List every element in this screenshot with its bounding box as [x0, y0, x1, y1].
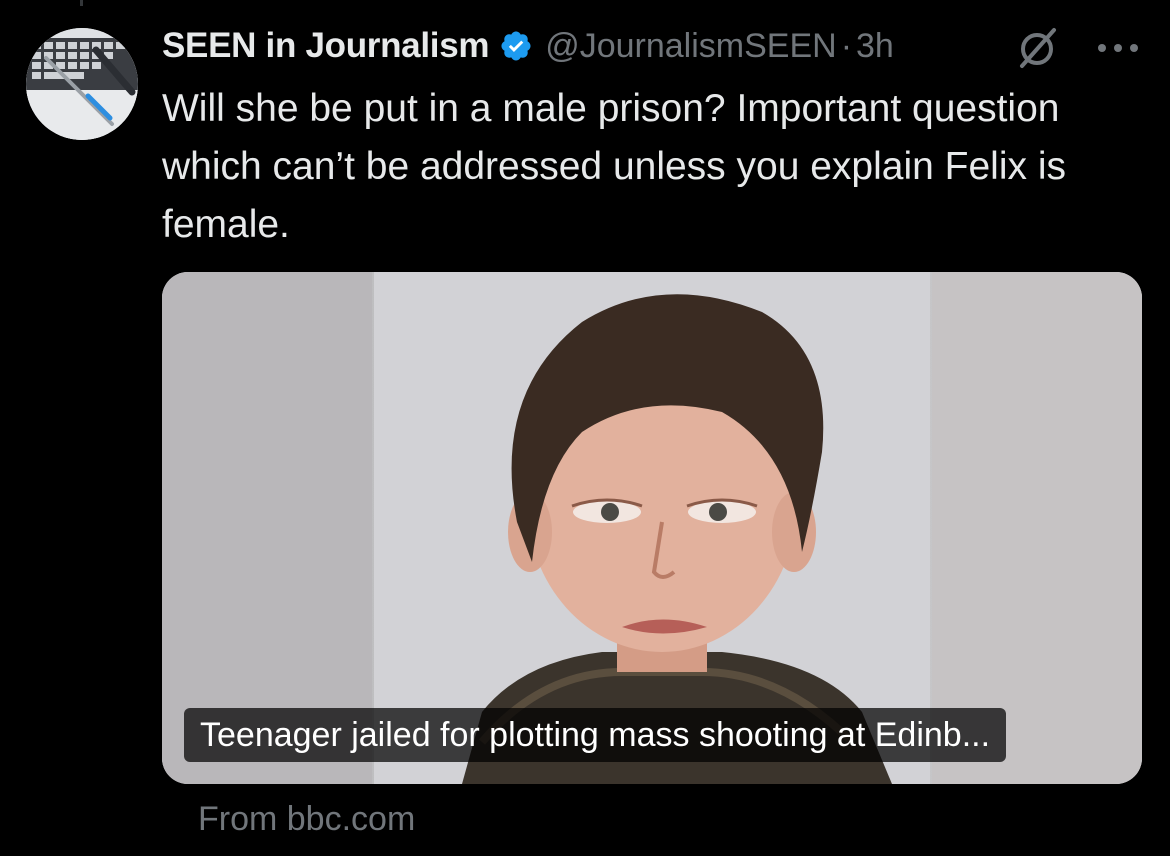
grok-icon[interactable]: [1016, 26, 1060, 70]
avatar-photo-icon: [26, 28, 138, 140]
tweet-timestamp[interactable]: 3h: [856, 27, 894, 66]
separator-dot: ·: [840, 26, 853, 65]
verified-badge-icon: [499, 29, 533, 63]
author-display-name[interactable]: SEEN in Journalism: [162, 26, 489, 66]
link-card[interactable]: Teenager jailed for plotting mass shooti…: [162, 272, 1142, 784]
more-options-icon[interactable]: [1090, 26, 1146, 66]
author-avatar[interactable]: [26, 28, 138, 140]
card-headline[interactable]: Teenager jailed for plotting mass shooti…: [184, 708, 1007, 762]
thread-line: [80, 0, 83, 6]
tweet-text: Will she be put in a male prison? Import…: [162, 87, 1066, 246]
author-handle[interactable]: @JournalismSEEN: [545, 27, 837, 66]
tweet-header: SEEN in Journalism @JournalismSEEN · 3h: [162, 22, 1152, 70]
card-source[interactable]: From bbc.com: [198, 800, 415, 839]
